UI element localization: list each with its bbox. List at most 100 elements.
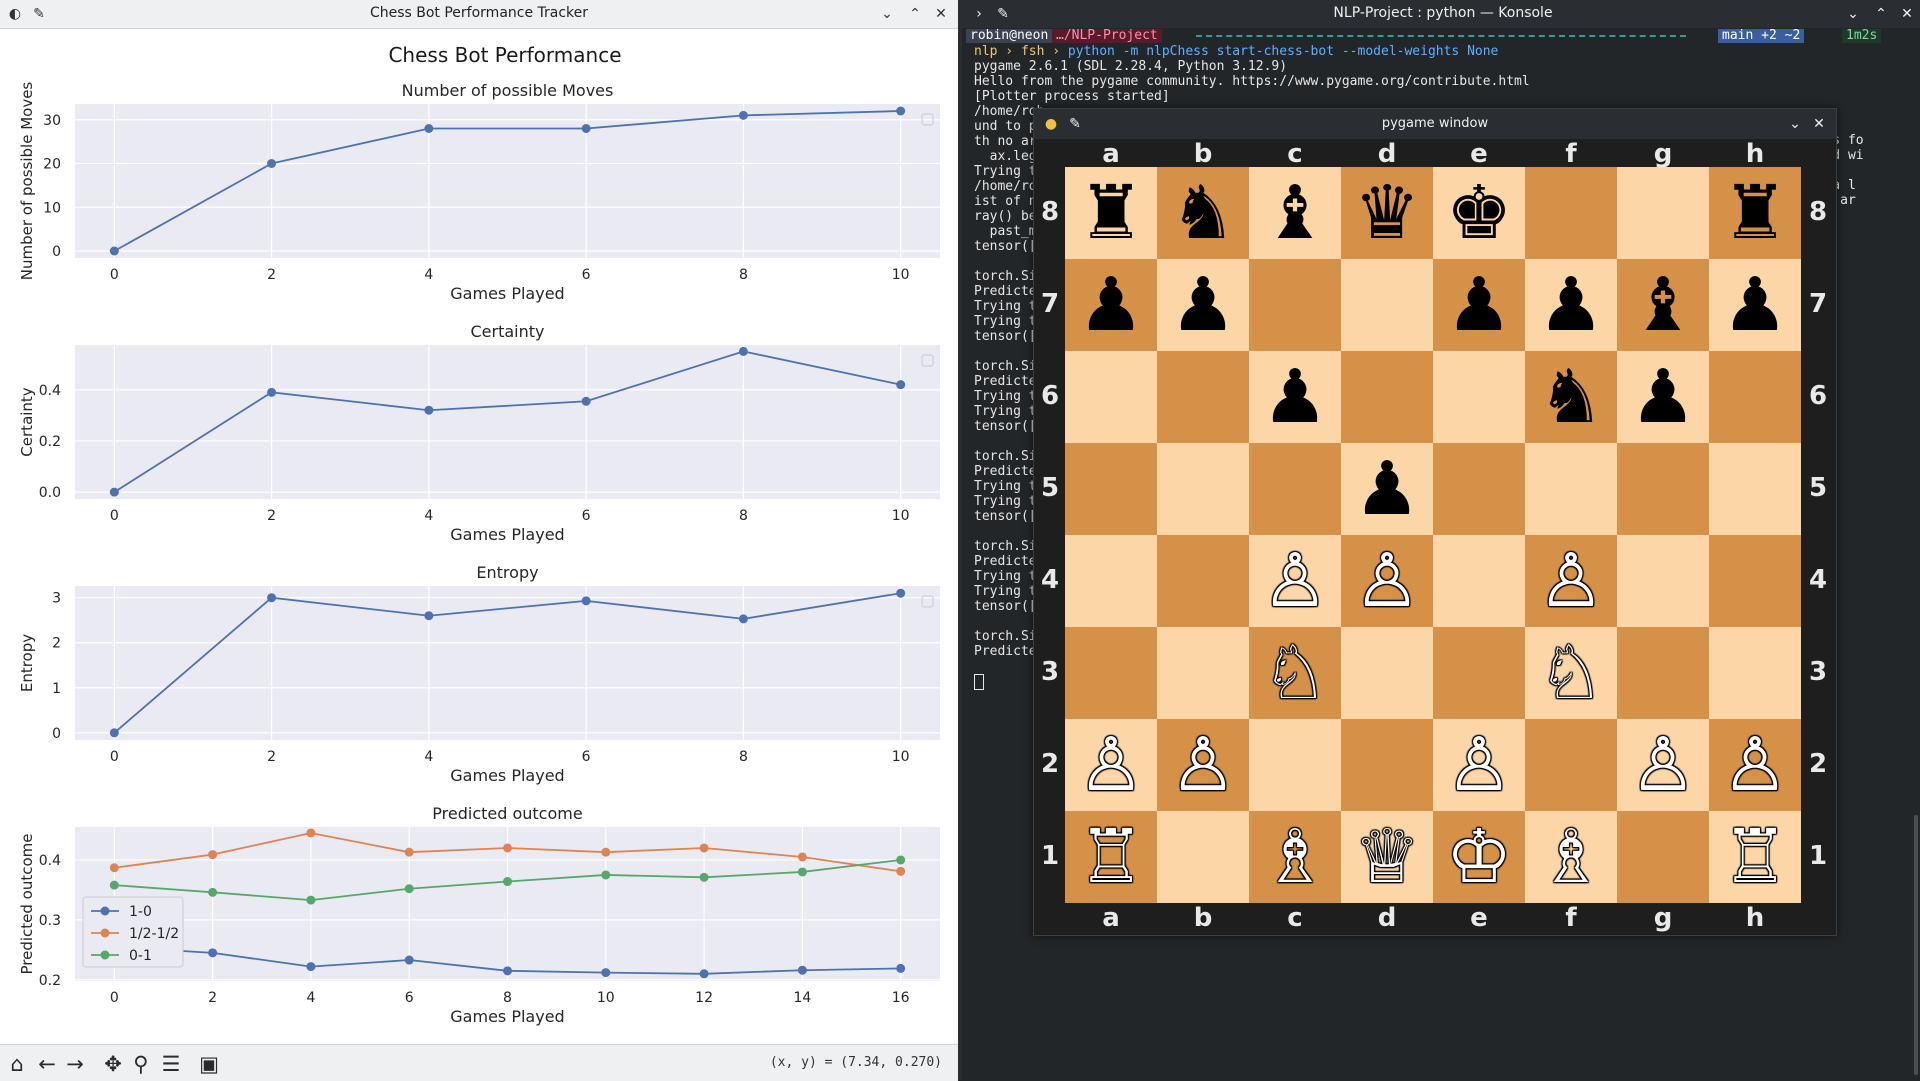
black-pawn-icon[interactable]: ♟ xyxy=(1525,259,1617,351)
black-rook-icon[interactable]: ♜ xyxy=(1709,167,1801,259)
minimize-icon[interactable]: ⌄ xyxy=(1784,113,1806,135)
white-pawn-icon[interactable]: ♙ xyxy=(1065,719,1157,811)
white-pawn-icon[interactable]: ♙ xyxy=(1709,719,1801,811)
square-d3[interactable] xyxy=(1341,627,1433,719)
square-g2[interactable]: ♙ xyxy=(1617,719,1709,811)
maximize-icon[interactable]: ⌃ xyxy=(904,3,926,25)
white-bishop-icon[interactable]: ♗ xyxy=(1525,811,1617,903)
black-pawn-icon[interactable]: ♟ xyxy=(1157,259,1249,351)
square-a7[interactable]: ♟ xyxy=(1065,259,1157,351)
square-d6[interactable] xyxy=(1341,351,1433,443)
square-c6[interactable]: ♟ xyxy=(1249,351,1341,443)
square-e2[interactable]: ♙ xyxy=(1433,719,1525,811)
square-b4[interactable] xyxy=(1157,535,1249,627)
square-h4[interactable] xyxy=(1709,535,1801,627)
square-e1[interactable]: ♔ xyxy=(1433,811,1525,903)
home-icon[interactable]: ⌂ xyxy=(4,1051,30,1077)
square-b1[interactable] xyxy=(1157,811,1249,903)
square-c4[interactable]: ♙ xyxy=(1249,535,1341,627)
white-pawn-icon[interactable]: ♙ xyxy=(1525,535,1617,627)
square-c2[interactable] xyxy=(1249,719,1341,811)
square-f2[interactable] xyxy=(1525,719,1617,811)
square-f4[interactable]: ♙ xyxy=(1525,535,1617,627)
white-knight-icon[interactable]: ♘ xyxy=(1525,627,1617,719)
close-icon[interactable]: ✕ xyxy=(1896,3,1918,25)
black-pawn-icon[interactable]: ♟ xyxy=(1065,259,1157,351)
square-h3[interactable] xyxy=(1709,627,1801,719)
configure-icon[interactable]: ☰ xyxy=(158,1051,184,1077)
white-pawn-icon[interactable]: ♙ xyxy=(1341,535,1433,627)
black-pawn-icon[interactable]: ♟ xyxy=(1709,259,1801,351)
figure-canvas[interactable]: Chess Bot Performance 0 2 4 6 8 100102030Numb… xyxy=(0,28,958,1044)
square-g1[interactable] xyxy=(1617,811,1709,903)
square-a2[interactable]: ♙ xyxy=(1065,719,1157,811)
square-h7[interactable]: ♟ xyxy=(1709,259,1801,351)
square-b7[interactable]: ♟ xyxy=(1157,259,1249,351)
white-pawn-icon[interactable]: ♙ xyxy=(1433,719,1525,811)
black-rook-icon[interactable]: ♜ xyxy=(1065,167,1157,259)
square-c1[interactable]: ♗ xyxy=(1249,811,1341,903)
white-rook-icon[interactable]: ♖ xyxy=(1065,811,1157,903)
black-pawn-icon[interactable]: ♟ xyxy=(1617,351,1709,443)
minimize-icon[interactable]: ⌄ xyxy=(1842,3,1864,25)
chess-board-area[interactable]: ♜ ♞ ♝ ♛ ♚ ♜ ♟ ♟ ♟ ♟ ♝ ♟ ♟ ♞ ♟ ♟ ♙ ♙ ♙ ♘ ♘ ♙ ♙ ♙ ♙ ♙ ♖ ♗ ♕ ♔ ♗ ♖ a a b b c c d d… xyxy=(1034,139,1836,935)
square-e5[interactable] xyxy=(1433,443,1525,535)
square-f7[interactable]: ♟ xyxy=(1525,259,1617,351)
pan-icon[interactable]: ✥ xyxy=(100,1051,126,1077)
square-h5[interactable] xyxy=(1709,443,1801,535)
square-f6[interactable]: ♞ xyxy=(1525,351,1617,443)
black-king-icon[interactable]: ♚ xyxy=(1433,167,1525,259)
square-b3[interactable] xyxy=(1157,627,1249,719)
square-g5[interactable] xyxy=(1617,443,1709,535)
square-e4[interactable] xyxy=(1433,535,1525,627)
back-icon[interactable]: ← xyxy=(34,1051,60,1077)
square-b5[interactable] xyxy=(1157,443,1249,535)
square-h8[interactable]: ♜ xyxy=(1709,167,1801,259)
square-d1[interactable]: ♕ xyxy=(1341,811,1433,903)
white-pawn-icon[interactable]: ♙ xyxy=(1157,719,1249,811)
save-icon[interactable]: ▣ xyxy=(196,1051,222,1077)
square-a8[interactable]: ♜ xyxy=(1065,167,1157,259)
square-g7[interactable]: ♝ xyxy=(1617,259,1709,351)
square-g4[interactable] xyxy=(1617,535,1709,627)
square-g3[interactable] xyxy=(1617,627,1709,719)
zoom-icon[interactable]: ⚲ xyxy=(128,1051,154,1077)
square-a1[interactable]: ♖ xyxy=(1065,811,1157,903)
black-knight-icon[interactable]: ♞ xyxy=(1157,167,1249,259)
square-c7[interactable] xyxy=(1249,259,1341,351)
square-g8[interactable] xyxy=(1617,167,1709,259)
square-e8[interactable]: ♚ xyxy=(1433,167,1525,259)
square-a4[interactable] xyxy=(1065,535,1157,627)
square-d4[interactable]: ♙ xyxy=(1341,535,1433,627)
close-icon[interactable]: ✕ xyxy=(930,3,952,25)
square-b8[interactable]: ♞ xyxy=(1157,167,1249,259)
square-e6[interactable] xyxy=(1433,351,1525,443)
black-pawn-icon[interactable]: ♟ xyxy=(1433,259,1525,351)
forward-icon[interactable]: → xyxy=(62,1051,88,1077)
square-e7[interactable]: ♟ xyxy=(1433,259,1525,351)
square-f8[interactable] xyxy=(1525,167,1617,259)
square-c3[interactable]: ♘ xyxy=(1249,627,1341,719)
white-queen-icon[interactable]: ♕ xyxy=(1341,811,1433,903)
black-queen-icon[interactable]: ♛ xyxy=(1341,167,1433,259)
minimize-icon[interactable]: ⌄ xyxy=(876,3,898,25)
square-d2[interactable] xyxy=(1341,719,1433,811)
scrollbar-thumb[interactable] xyxy=(1914,815,1918,1075)
square-h1[interactable]: ♖ xyxy=(1709,811,1801,903)
black-bishop-icon[interactable]: ♝ xyxy=(1249,167,1341,259)
black-pawn-icon[interactable]: ♟ xyxy=(1249,351,1341,443)
square-d8[interactable]: ♛ xyxy=(1341,167,1433,259)
square-f1[interactable]: ♗ xyxy=(1525,811,1617,903)
square-c8[interactable]: ♝ xyxy=(1249,167,1341,259)
square-h2[interactable]: ♙ xyxy=(1709,719,1801,811)
white-pawn-icon[interactable]: ♙ xyxy=(1249,535,1341,627)
square-a3[interactable] xyxy=(1065,627,1157,719)
maximize-icon[interactable]: ⌃ xyxy=(1870,3,1892,25)
white-bishop-icon[interactable]: ♗ xyxy=(1249,811,1341,903)
square-d7[interactable] xyxy=(1341,259,1433,351)
square-c5[interactable] xyxy=(1249,443,1341,535)
white-knight-icon[interactable]: ♘ xyxy=(1249,627,1341,719)
square-b6[interactable] xyxy=(1157,351,1249,443)
square-h6[interactable] xyxy=(1709,351,1801,443)
white-pawn-icon[interactable]: ♙ xyxy=(1617,719,1709,811)
